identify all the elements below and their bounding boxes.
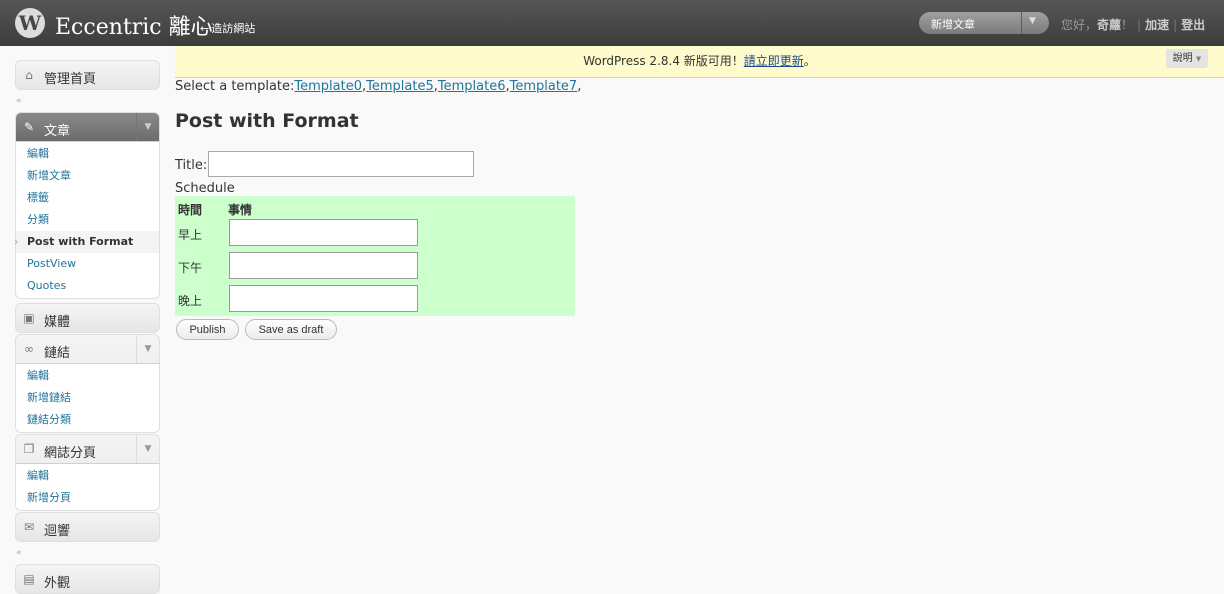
schedule-label: Schedule bbox=[175, 181, 235, 196]
submenu-edit-pages[interactable]: 編輯 bbox=[16, 465, 159, 487]
link-icon: ∞ bbox=[24, 342, 34, 356]
submenu-post-with-format[interactable]: Post with Format bbox=[14, 231, 159, 253]
collapse-menu-icon[interactable]: « bbox=[15, 90, 160, 112]
favorite-actions-dropdown[interactable]: 新增文章 ▼ bbox=[919, 12, 1049, 34]
user-info: 您好，奇蘿！ | 加速 | 登出 bbox=[1061, 16, 1205, 33]
update-now-link[interactable]: 請立即更新 bbox=[744, 54, 804, 68]
submenu-postview[interactable]: PostView bbox=[16, 253, 159, 275]
schedule-row-morning-label: 早上 bbox=[178, 228, 203, 242]
comment-icon: ✉ bbox=[23, 520, 35, 534]
menu-media[interactable]: ▣ 媒體 bbox=[15, 303, 160, 333]
template-link-5[interactable]: Template5 bbox=[366, 79, 434, 94]
menu-appearance[interactable]: ▤ 外觀 bbox=[15, 564, 160, 594]
collapse-menu-icon[interactable]: « bbox=[15, 542, 160, 564]
save-draft-button[interactable]: Save as draft bbox=[245, 319, 337, 340]
exclaim: ！ bbox=[1121, 18, 1134, 32]
help-tab-label: 說明 bbox=[1172, 53, 1193, 64]
template-link-7[interactable]: Template7 bbox=[510, 79, 578, 94]
wordpress-logo-icon: W bbox=[15, 8, 45, 38]
admin-menu: ⌂ 管理首頁 « ✎ 文章 ▼ 編輯 新增文章 標籤 分類 Post with … bbox=[14, 60, 160, 594]
menu-pages[interactable]: ❐ 網誌分頁 ▼ 編輯 新增分頁 bbox=[15, 434, 160, 511]
visit-site-link[interactable]: ← 造訪網站 bbox=[200, 20, 255, 36]
comma: , bbox=[577, 79, 582, 94]
schedule-table: 時間 事情 早上 下午 晚上 bbox=[175, 196, 575, 316]
links-submenu: 編輯 新增鏈結 鏈結分類 bbox=[16, 363, 159, 432]
submenu-edit-posts[interactable]: 編輯 bbox=[16, 143, 159, 165]
chevron-down-icon[interactable]: ▼ bbox=[136, 335, 159, 363]
left-arrow-icon: ← bbox=[200, 22, 210, 35]
submenu-categories[interactable]: 分類 bbox=[16, 209, 159, 231]
update-notice-end: 。 bbox=[803, 54, 816, 68]
menu-links[interactable]: ∞ 鏈結 ▼ 編輯 新增鏈結 鏈結分類 bbox=[15, 334, 160, 433]
update-notice: WordPress 2.8.4 新版可用！請立即更新。 bbox=[175, 46, 1224, 78]
template-link-6[interactable]: Template6 bbox=[438, 79, 506, 94]
separator: | bbox=[1173, 18, 1178, 32]
media-icon: ▣ bbox=[23, 311, 35, 325]
chevron-down-icon[interactable]: ▼ bbox=[1029, 16, 1036, 26]
favorite-divider bbox=[1021, 12, 1022, 34]
submenu-add-post[interactable]: 新增文章 bbox=[16, 165, 159, 187]
schedule-morning-input[interactable] bbox=[229, 219, 418, 246]
site-title[interactable]: Eccentric 離心 bbox=[55, 9, 213, 41]
chevron-down-icon[interactable]: ▼ bbox=[136, 435, 159, 463]
menu-appearance-label: 外觀 bbox=[44, 576, 71, 591]
greeting: 您好， bbox=[1061, 18, 1098, 32]
update-notice-text: WordPress 2.8.4 新版可用！ bbox=[583, 54, 744, 68]
visit-site-label: 造訪網站 bbox=[211, 22, 256, 35]
favorite-action-label[interactable]: 新增文章 bbox=[931, 16, 975, 32]
admin-header: W Eccentric 離心 ← 造訪網站 新增文章 ▼ 您好，奇蘿！ | 加速 | 登出 bbox=[0, 0, 1224, 46]
submenu-edit-links[interactable]: 編輯 bbox=[16, 365, 159, 387]
menu-dashboard-label: 管理首頁 bbox=[44, 72, 97, 87]
schedule-col-time: 時間 bbox=[178, 203, 203, 217]
chevron-down-icon: ▼ bbox=[1195, 55, 1202, 63]
logout-link[interactable]: 登出 bbox=[1181, 18, 1205, 32]
title-label: Title: bbox=[175, 158, 208, 173]
menu-posts-label: 文章 bbox=[44, 124, 71, 139]
menu-pages-label: 網誌分頁 bbox=[44, 446, 97, 461]
menu-media-label: 媒體 bbox=[44, 315, 71, 330]
schedule-col-event: 事情 bbox=[228, 203, 253, 217]
title-input[interactable] bbox=[208, 151, 474, 177]
menu-links-label: 鏈結 bbox=[44, 346, 71, 361]
page-title: Post with Format bbox=[175, 110, 359, 132]
menu-dashboard[interactable]: ⌂ 管理首頁 bbox=[15, 60, 160, 90]
appearance-icon: ▤ bbox=[23, 572, 35, 586]
template-selector: Select a template:Template0,Template5,Te… bbox=[175, 79, 581, 94]
separator: | bbox=[1137, 18, 1142, 32]
submenu-tags[interactable]: 標籤 bbox=[16, 187, 159, 209]
publish-button[interactable]: Publish bbox=[176, 319, 239, 340]
submenu-add-page[interactable]: 新增分頁 bbox=[16, 487, 159, 509]
username-link[interactable]: 奇蘿 bbox=[1097, 18, 1121, 32]
submenu-link-categories[interactable]: 鏈結分類 bbox=[16, 409, 159, 431]
posts-submenu: 編輯 新增文章 標籤 分類 Post with Format PostView … bbox=[14, 141, 159, 298]
help-tab[interactable]: 說明 ▼ bbox=[1166, 49, 1208, 68]
template-prefix: Select a template: bbox=[175, 79, 295, 94]
menu-comments[interactable]: ✉ 迴響 bbox=[15, 512, 160, 542]
pin-icon: ✎ bbox=[23, 120, 35, 134]
submenu-quotes[interactable]: Quotes bbox=[16, 275, 159, 297]
menu-posts[interactable]: ✎ 文章 ▼ 編輯 新增文章 標籤 分類 Post with Format Po… bbox=[14, 112, 160, 299]
menu-comments-label: 迴響 bbox=[44, 524, 71, 539]
schedule-row-evening-label: 晚上 bbox=[178, 294, 203, 308]
turbo-link[interactable]: 加速 bbox=[1145, 18, 1169, 32]
schedule-row-afternoon-label: 下午 bbox=[178, 261, 203, 275]
submenu-add-link[interactable]: 新增鏈結 bbox=[16, 387, 159, 409]
pages-icon: ❐ bbox=[23, 442, 35, 456]
template-link-0[interactable]: Template0 bbox=[294, 79, 362, 94]
chevron-down-icon[interactable]: ▼ bbox=[136, 113, 159, 141]
pages-submenu: 編輯 新增分頁 bbox=[16, 463, 159, 510]
schedule-afternoon-input[interactable] bbox=[229, 252, 418, 279]
schedule-evening-input[interactable] bbox=[229, 285, 418, 312]
home-icon: ⌂ bbox=[25, 68, 33, 82]
